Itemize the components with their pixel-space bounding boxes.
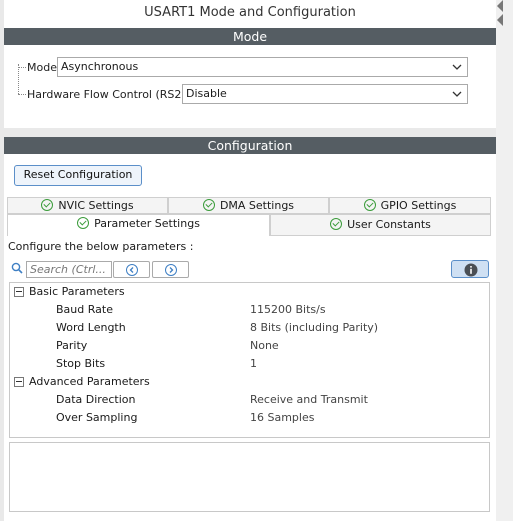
- flow-control-label: Hardware Flow Control (RS232): [27, 88, 200, 101]
- flow-control-select-value: Disable: [186, 87, 227, 100]
- search-input[interactable]: Search (Ctrl...: [26, 261, 112, 278]
- parameter-tree: Basic Parameters Baud Rate 115200 Bits/s…: [9, 282, 490, 438]
- param-row[interactable]: Data Direction Receive and Transmit: [10, 391, 489, 409]
- collapse-icon[interactable]: [14, 287, 24, 297]
- tab-user-constants[interactable]: User Constants: [270, 214, 491, 236]
- param-name: Stop Bits: [56, 357, 106, 370]
- check-circle-icon: [363, 199, 376, 211]
- chevron-right-circle-icon: [164, 263, 177, 276]
- description-box: [9, 442, 490, 512]
- tab-label: Parameter Settings: [94, 217, 200, 230]
- param-name: Data Direction: [56, 393, 136, 406]
- param-row[interactable]: Stop Bits 1: [10, 355, 489, 373]
- info-icon: [464, 263, 478, 277]
- tab-label: NVIC Settings: [58, 199, 134, 212]
- collapse-arrow-icon[interactable]: [496, 0, 504, 12]
- param-value: 8 Bits (including Parity): [250, 321, 379, 334]
- info-button[interactable]: [451, 260, 489, 278]
- group-advanced-parameters[interactable]: Advanced Parameters: [10, 373, 489, 391]
- tab-label: GPIO Settings: [380, 199, 457, 212]
- tab-parameter-settings[interactable]: Parameter Settings: [7, 214, 270, 236]
- chevron-down-icon: [452, 64, 462, 70]
- param-value: 16 Samples: [250, 411, 315, 424]
- search-next-button[interactable]: [152, 261, 189, 278]
- param-name: Word Length: [56, 321, 126, 334]
- mode-label: Mode: [27, 61, 57, 74]
- param-row[interactable]: Baud Rate 115200 Bits/s: [10, 301, 489, 319]
- mode-select[interactable]: Asynchronous: [57, 57, 468, 77]
- group-basic-parameters[interactable]: Basic Parameters: [10, 283, 489, 301]
- tree-connector: [18, 67, 26, 68]
- tree-connector: [18, 64, 19, 94]
- tab-nvic-settings[interactable]: NVIC Settings: [7, 197, 168, 214]
- check-circle-icon: [77, 217, 90, 229]
- param-row[interactable]: Word Length 8 Bits (including Parity): [10, 319, 489, 337]
- mode-section-header: Mode: [4, 28, 496, 45]
- check-circle-icon: [41, 199, 54, 211]
- configuration-section-header: Configuration: [4, 137, 496, 154]
- param-value: 1: [250, 357, 257, 370]
- search-icon: [11, 262, 23, 274]
- param-name: Parity: [56, 339, 88, 352]
- tab-label: User Constants: [347, 218, 431, 231]
- configure-intro-text: Configure the below parameters :: [8, 240, 194, 253]
- flow-control-select[interactable]: Disable: [182, 84, 468, 104]
- group-label: Basic Parameters: [29, 285, 125, 298]
- window-title: USART1 Mode and Configuration: [144, 5, 356, 20]
- param-row[interactable]: Over Sampling 16 Samples: [10, 409, 489, 427]
- group-label: Advanced Parameters: [29, 375, 150, 388]
- scroll-strip[interactable]: [496, 0, 513, 521]
- check-circle-icon: [330, 218, 343, 230]
- reset-configuration-button[interactable]: Reset Configuration: [14, 165, 142, 186]
- collapse-arrow-icon[interactable]: [496, 14, 504, 26]
- param-value: None: [250, 339, 279, 352]
- chevron-down-icon: [452, 91, 462, 97]
- param-name: Over Sampling: [56, 411, 138, 424]
- tab-label: DMA Settings: [219, 199, 295, 212]
- collapse-icon[interactable]: [14, 377, 24, 387]
- param-row[interactable]: Parity None: [10, 337, 489, 355]
- check-circle-icon: [202, 199, 215, 211]
- search-prev-button[interactable]: [113, 261, 150, 278]
- param-value: 115200 Bits/s: [250, 303, 326, 316]
- chevron-left-circle-icon: [125, 263, 138, 276]
- mode-select-value: Asynchronous: [61, 60, 139, 73]
- param-name: Baud Rate: [56, 303, 113, 316]
- tree-connector: [18, 94, 26, 95]
- param-value: Receive and Transmit: [250, 393, 368, 406]
- tab-dma-settings[interactable]: DMA Settings: [168, 197, 329, 214]
- tab-gpio-settings[interactable]: GPIO Settings: [329, 197, 491, 214]
